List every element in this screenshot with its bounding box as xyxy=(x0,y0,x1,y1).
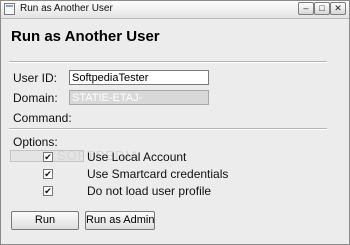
page-title: Run as Another User xyxy=(11,28,160,45)
app-icon xyxy=(4,3,15,15)
divider-middle xyxy=(9,128,327,130)
no-load-profile-label[interactable]: Do not load user profile xyxy=(87,184,211,198)
command-label: Command: xyxy=(13,111,72,125)
user-id-field[interactable] xyxy=(69,70,209,85)
domain-field xyxy=(69,90,209,105)
title-bar[interactable]: Run as Another User – □ ✕ xyxy=(1,1,349,19)
main-window: Run as Another User – □ ✕ Run as Another… xyxy=(0,0,350,245)
use-smartcard-checkbox[interactable]: ✔ xyxy=(43,169,53,179)
domain-label: Domain: xyxy=(13,91,58,105)
options-label: Options: xyxy=(13,135,58,149)
window-title: Run as Another User xyxy=(20,3,113,14)
use-local-account-label[interactable]: Use Local Account xyxy=(87,150,186,164)
run-button[interactable]: Run xyxy=(11,211,79,230)
close-button[interactable]: ✕ xyxy=(330,2,346,15)
use-local-account-checkbox[interactable]: ✔ xyxy=(43,152,53,162)
minimize-button[interactable]: – xyxy=(298,2,314,15)
maximize-button[interactable]: □ xyxy=(314,2,330,15)
no-load-profile-checkbox[interactable]: ✔ xyxy=(43,186,53,196)
use-smartcard-label[interactable]: Use Smartcard credentials xyxy=(87,167,228,181)
divider-top xyxy=(9,61,327,63)
run-as-admin-button[interactable]: Run as Admin xyxy=(85,211,155,230)
user-id-label: User ID: xyxy=(13,71,58,85)
